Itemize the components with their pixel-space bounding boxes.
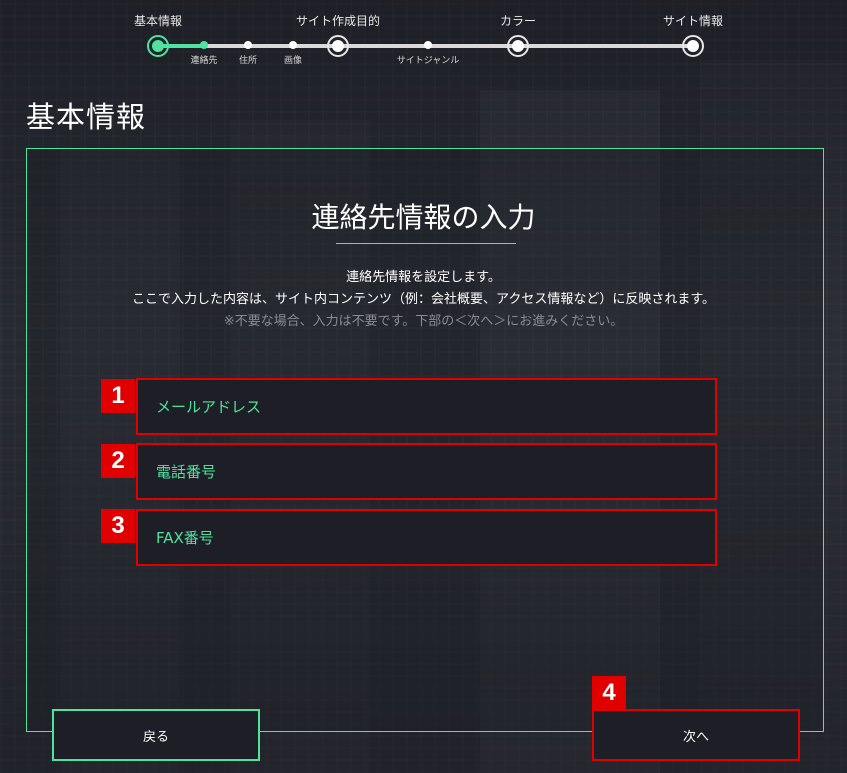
step-node-site-purpose [327,35,349,57]
annotation-badge-4: 4 [592,676,626,710]
substep-label-contact: 連絡先 [190,56,218,66]
annotation-badge-1: 1 [101,379,135,413]
fax-input[interactable] [138,511,715,564]
phone-field[interactable] [136,443,717,500]
substep-label-site-genre: サイトジャンル [396,56,460,66]
step-label-basic-info: 基本情報 [133,14,183,28]
step-label-site-info: サイト情報 [662,14,724,28]
section-title: 連絡先情報の入力 [311,201,536,234]
substep-label-address: 住所 [238,56,258,66]
step-label-color: カラー [499,14,537,28]
phone-input[interactable] [138,445,715,498]
substep-dot-image [289,41,297,49]
progress-stepper: 基本情報 サイト作成目的 カラー サイト情報 連絡先 住所 画像 サイトジャンル [0,0,847,70]
section-description-line2: ここで入力した内容は、サイト内コンテンツ（例：会社概要、アクセス情報など）に反映… [131,292,716,307]
title-underline [336,243,516,244]
substep-label-image: 画像 [283,56,303,66]
substep-dot-site-genre [424,41,432,49]
section-note: ※不要な場合、入力は不要です。下部の＜次へ＞にお進みください。 [223,314,624,329]
page-title: 基本情報 [26,100,147,134]
step-node-site-info [682,35,704,57]
section-description-line1: 連絡先情報を設定します。 [346,270,501,285]
back-button[interactable]: 戻る [52,709,260,761]
email-input[interactable] [138,380,715,433]
next-button[interactable]: 次へ [592,709,800,761]
step-label-site-purpose: サイト作成目的 [295,14,381,28]
annotation-badge-2: 2 [101,444,135,478]
step-node-color [507,35,529,57]
email-field[interactable] [136,378,717,435]
step-node-basic-info [147,35,169,57]
annotation-badge-3: 3 [101,509,135,543]
substep-dot-address [244,41,252,49]
fax-field[interactable] [136,509,717,566]
substep-dot-contact [200,41,208,49]
